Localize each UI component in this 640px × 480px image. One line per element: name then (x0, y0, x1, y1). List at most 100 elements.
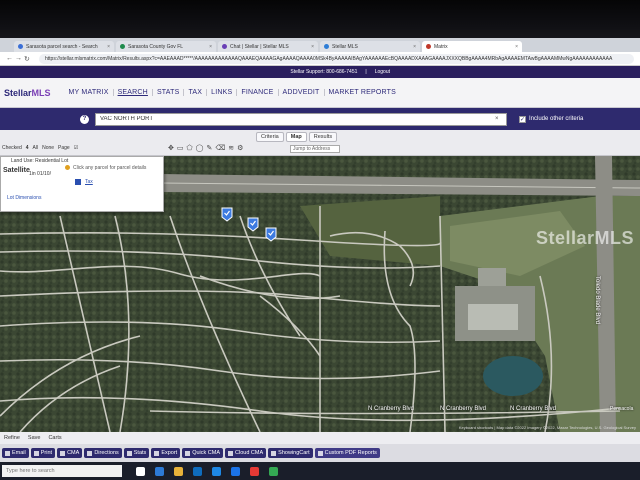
tab-favicon-icon (426, 44, 431, 49)
tab-favicon-icon (18, 44, 23, 49)
stellar-mls-logo[interactable]: StellarMLS (4, 88, 51, 98)
draw-tool-icon[interactable]: ✎ (206, 144, 212, 152)
nav-market-reports[interactable]: MARKET REPORTS (325, 89, 401, 96)
refine-tab[interactable]: Refine (4, 435, 20, 441)
reload-icon[interactable]: ↻ (24, 55, 33, 63)
support-bar: Stellar Support: 800-686-7451 | Logout (0, 66, 640, 78)
file-explorer-icon[interactable] (174, 466, 183, 476)
browser-tab[interactable]: Stellar MLS × (320, 41, 420, 52)
browser-tab[interactable]: Chat | Stellar | Stellar MLS × (218, 41, 318, 52)
select-page-link[interactable]: Page (58, 145, 70, 151)
task-view-icon[interactable] (136, 466, 145, 476)
cloud-cma-label: Cloud CMA (235, 450, 264, 456)
map-view[interactable]: N Cranberry Blvd N Cranberry Blvd N Cran… (0, 156, 640, 432)
checkbox-icon[interactable]: ☑ (74, 145, 78, 151)
stats-button[interactable]: Stats (123, 448, 150, 458)
tab-map[interactable]: Map (285, 132, 307, 142)
save-tab[interactable]: Save (28, 435, 41, 441)
tab-close-icon[interactable]: × (515, 44, 518, 50)
browser-tab[interactable]: Sarasota parcel search - Search × (14, 41, 114, 52)
select-all-link[interactable]: All (33, 145, 39, 151)
nav-tax[interactable]: TAX (184, 89, 208, 96)
jump-to-address-select[interactable]: Jump to Address (290, 145, 340, 153)
tab-close-icon[interactable]: × (209, 44, 212, 50)
lower-tabs: Refine Save Carts (0, 432, 640, 444)
quick-cma-label: Quick CMA (192, 450, 221, 456)
taskbar-icons (136, 466, 278, 476)
bank-icon[interactable] (75, 179, 81, 185)
select-none-link[interactable]: None (42, 145, 54, 151)
circle-tool-icon[interactable]: ◯ (196, 144, 204, 152)
forward-arrow-icon[interactable]: → (15, 55, 24, 62)
nav-add-edit[interactable]: ADDVEDIT (279, 89, 325, 96)
nav-finance[interactable]: FINANCE (237, 89, 279, 96)
app-icon[interactable] (269, 466, 278, 476)
map-attribution[interactable]: Keyboard shortcuts | Map data ©2022 Imag… (459, 425, 636, 430)
stellar-mls-watermark: StellarMLS (535, 228, 634, 248)
carts-tab[interactable]: Carts (48, 435, 61, 441)
tab-label: Sarasota parcel search - Search (26, 43, 98, 50)
windows-taskbar (0, 462, 640, 480)
print-label: Print (40, 450, 53, 456)
showing-cart-button[interactable]: ShowingCart (268, 448, 313, 458)
include-other-checkbox[interactable]: ✓ (519, 115, 526, 123)
tab-close-icon[interactable]: × (413, 44, 416, 50)
cma-button[interactable]: CMA (57, 448, 83, 458)
url-field[interactable]: https://stellar.mlsmatrix.com/Matrix/Res… (39, 53, 634, 64)
chrome-icon[interactable] (250, 466, 259, 476)
nav-stats[interactable]: STATS (153, 89, 185, 96)
edge-icon[interactable] (155, 466, 164, 476)
directions-button[interactable]: Directions (84, 448, 122, 458)
export-button[interactable]: Export (151, 448, 181, 458)
nav-search[interactable]: SEARCH (114, 89, 153, 96)
browser-tab-active[interactable]: Matrix × (422, 41, 522, 52)
include-other-criteria[interactable]: ✓ Include other criteria (519, 115, 583, 123)
nav-links[interactable]: LINKS (207, 89, 238, 96)
browser-tab-strip: Sarasota parcel search - Search × Sarasot… (0, 38, 640, 52)
hand-tool-icon[interactable]: ✥ (168, 144, 174, 152)
cma-icon (60, 450, 66, 456)
outlook-icon[interactable] (231, 466, 240, 476)
help-icon[interactable]: ? (80, 114, 89, 124)
tab-close-icon[interactable]: × (107, 44, 110, 50)
speed-bar-search-input[interactable] (95, 112, 507, 126)
divider: | (365, 69, 367, 75)
tax-link[interactable]: Tax (85, 179, 93, 185)
settings-icon[interactable]: ⚙ (237, 144, 243, 152)
lot-dimensions-link[interactable]: Lot Dimensions (7, 195, 41, 201)
custom-pdf-reports-button[interactable]: Custom PDF Reports (314, 448, 380, 458)
shape-tool-icon[interactable]: ▭ (177, 144, 184, 152)
satellite-toggle[interactable]: Satellite (3, 167, 30, 174)
layers-icon[interactable]: ≋ (228, 144, 234, 152)
print-button[interactable]: Print (30, 448, 56, 458)
store-icon[interactable] (193, 466, 202, 476)
road-label: N Cranberry Blvd (368, 406, 415, 412)
cloud-cma-button[interactable]: Cloud CMA (225, 448, 267, 458)
info-icon (65, 165, 70, 170)
road-label: N Cranberry Blvd (510, 406, 557, 412)
clear-search-icon[interactable]: × (495, 116, 505, 122)
nav-my-matrix[interactable]: MY MATRIX (65, 89, 114, 96)
quick-cma-button[interactable]: Quick CMA (182, 448, 224, 458)
taskbar-search-input[interactable] (2, 465, 122, 477)
speed-bar: ? × ✓ Include other criteria (0, 108, 640, 130)
tab-close-icon[interactable]: × (311, 44, 314, 50)
tab-results[interactable]: Results (308, 132, 338, 142)
tab-criteria[interactable]: Criteria (256, 132, 284, 142)
mail-icon[interactable] (212, 466, 221, 476)
main-nav: StellarMLS MY MATRIX SEARCH STATS TAX LI… (0, 78, 640, 108)
logout-link[interactable]: Logout (375, 69, 390, 75)
quick-cma-icon (185, 450, 191, 456)
polygon-tool-icon[interactable]: ⬠ (187, 144, 193, 152)
print-icon (33, 450, 39, 456)
checked-count: 4 (25, 145, 29, 151)
tab-favicon-icon (324, 44, 329, 49)
stats-icon (126, 450, 132, 456)
tab-label: Stellar MLS (332, 43, 358, 50)
back-arrow-icon[interactable]: ← (6, 55, 15, 62)
email-button[interactable]: Email (2, 448, 29, 458)
erase-tool-icon[interactable]: ⌫ (215, 144, 225, 152)
pdf-icon (317, 450, 323, 456)
browser-tab[interactable]: Sarasota County Gov FL × (116, 41, 216, 52)
support-phone[interactable]: Stellar Support: 800-686-7451 (290, 69, 357, 75)
